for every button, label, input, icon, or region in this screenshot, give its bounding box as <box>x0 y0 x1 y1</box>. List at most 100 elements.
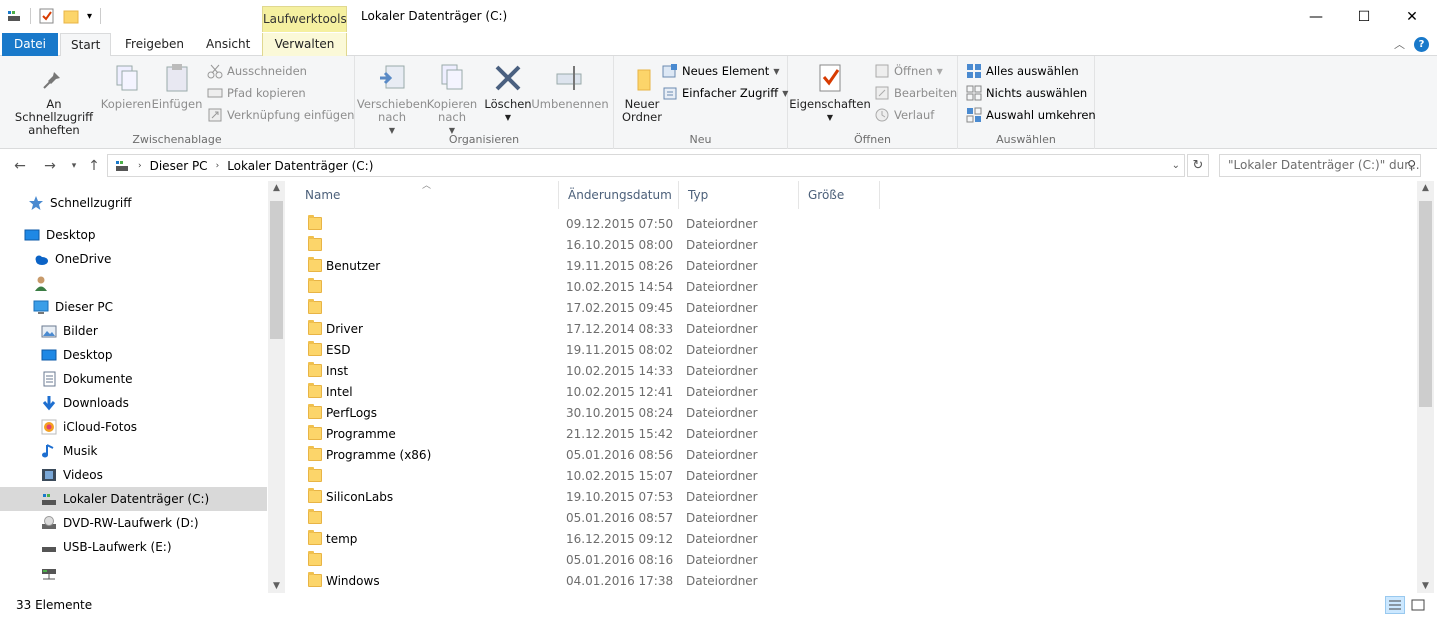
nav-item-pictures[interactable]: Bilder <box>0 320 267 342</box>
easy-access-button[interactable]: Einfacher Zugriff ▼ <box>662 83 788 103</box>
file-row[interactable]: 09.12.2015 07:50 Dateiordner <box>290 214 1400 235</box>
new-item-button[interactable]: Neues Element ▼ <box>662 61 779 81</box>
paste-shortcut-button[interactable]: Verknüpfung einfügen <box>207 105 354 125</box>
pin-quick-access-button[interactable]: An Schnellzugriff anheften <box>6 62 102 137</box>
file-row[interactable]: Inst 10.02.2015 14:33 Dateiordner <box>290 361 1400 382</box>
properties-icon[interactable] <box>39 8 55 24</box>
file-row[interactable]: PerfLogs 30.10.2015 08:24 Dateiordner <box>290 403 1400 424</box>
search-input[interactable]: "Lokaler Datenträger (C:)" dur... ⚲ <box>1219 154 1421 177</box>
tab-view[interactable]: Ansicht <box>196 33 260 56</box>
history-button[interactable]: Verlauf <box>874 105 934 125</box>
close-button[interactable]: ✕ <box>1389 0 1435 33</box>
up-arrow-icon[interactable]: ↑ <box>84 156 104 176</box>
collapse-ribbon-icon[interactable]: ︿ <box>1394 36 1405 52</box>
cut-button[interactable]: Ausschneiden <box>207 61 307 81</box>
file-row[interactable]: Intel 10.02.2015 12:41 Dateiordner <box>290 382 1400 403</box>
file-row[interactable]: Driver 17.12.2014 08:33 Dateiordner <box>290 319 1400 340</box>
nav-item-downloads[interactable]: Downloads <box>0 392 267 414</box>
address-dropdown-icon[interactable]: ⌄ <box>1172 160 1180 171</box>
file-list-scrollbar-thumb[interactable] <box>1419 201 1432 407</box>
nav-item-icloud-photos[interactable]: iCloud-Fotos <box>0 416 267 438</box>
file-row[interactable]: 17.02.2015 09:45 Dateiordner <box>290 298 1400 319</box>
file-row[interactable]: Windows 04.01.2016 17:38 Dateiordner <box>290 571 1400 592</box>
column-header-name[interactable]: Name ︿ <box>296 181 559 209</box>
delete-button[interactable]: Löschen ▼ <box>483 62 533 124</box>
nav-item-usb-e[interactable]: USB-Laufwerk (E:) <box>0 536 267 558</box>
nav-item-onedrive[interactable]: OneDrive <box>0 248 267 270</box>
move-to-button[interactable]: Verschieben nach ▼ <box>357 62 427 137</box>
nav-item-user[interactable] <box>0 272 267 294</box>
nav-label: Lokaler Datenträger (C:) <box>63 492 210 506</box>
file-name: Intel <box>326 385 353 399</box>
back-arrow-icon[interactable]: ← <box>10 156 30 176</box>
invert-selection-button[interactable]: Auswahl umkehren <box>966 105 1096 125</box>
new-folder-icon[interactable] <box>63 8 79 24</box>
file-row[interactable]: 10.02.2015 14:54 Dateiordner <box>290 277 1400 298</box>
nav-scrollbar[interactable]: ▲ ▼ <box>268 181 285 593</box>
nav-item-local-disk-c[interactable]: Lokaler Datenträger (C:) <box>0 487 267 511</box>
scroll-up-icon[interactable]: ▲ <box>268 183 285 193</box>
recent-locations-icon[interactable]: ▾ <box>64 156 84 176</box>
select-all-button[interactable]: Alles auswählen <box>966 61 1079 81</box>
file-row[interactable]: SiliconLabs 19.10.2015 07:53 Dateiordner <box>290 487 1400 508</box>
nav-item-desktop[interactable]: Desktop <box>0 224 267 246</box>
large-icons-view-icon[interactable] <box>1408 596 1428 614</box>
refresh-icon[interactable]: ↻ <box>1187 154 1209 177</box>
help-icon[interactable]: ? <box>1414 37 1429 52</box>
rename-button[interactable]: Umbenennen <box>531 62 609 111</box>
file-row[interactable]: 05.01.2016 08:16 Dateiordner <box>290 550 1400 571</box>
nav-scrollbar-thumb[interactable] <box>270 201 283 339</box>
scroll-down-icon[interactable]: ▼ <box>1417 581 1434 591</box>
file-row[interactable]: ESD 19.11.2015 08:02 Dateiordner <box>290 340 1400 361</box>
scroll-up-icon[interactable]: ▲ <box>1417 183 1434 193</box>
copy-path-button[interactable]: Pfad kopieren <box>207 83 306 103</box>
file-row[interactable]: Programme (x86) 05.01.2016 08:56 Dateiordn… <box>290 445 1400 466</box>
select-none-button[interactable]: Nichts auswählen <box>966 83 1087 103</box>
nav-item-dvd-d[interactable]: DVD-RW-Laufwerk (D:) <box>0 512 267 534</box>
file-list-scrollbar[interactable]: ▲ ▼ <box>1417 181 1434 593</box>
tab-file[interactable]: Datei <box>2 33 58 56</box>
forward-arrow-icon[interactable]: → <box>40 156 60 176</box>
nav-item-music[interactable]: Musik <box>0 440 267 462</box>
nav-item-videos[interactable]: Videos <box>0 464 267 486</box>
maximize-button[interactable]: ☐ <box>1341 0 1387 33</box>
nav-item-this-pc[interactable]: Dieser PC <box>0 296 267 318</box>
details-view-icon[interactable] <box>1385 596 1405 614</box>
file-row[interactable]: 16.10.2015 08:00 Dateiordner <box>290 235 1400 256</box>
folder-icon <box>308 362 322 377</box>
file-type: Dateiordner <box>686 490 758 504</box>
edit-button[interactable]: Bearbeiten <box>874 83 957 103</box>
nav-item-documents[interactable]: Dokumente <box>0 368 267 390</box>
breadcrumb-this-pc[interactable]: Dieser PC <box>150 159 208 173</box>
ribbon: An Schnellzugriff anheften Kopieren Einf… <box>0 56 1437 149</box>
file-row[interactable]: Programme 21.12.2015 15:42 Dateiordner <box>290 424 1400 445</box>
file-row[interactable]: 05.01.2016 08:57 Dateiordner <box>290 508 1400 529</box>
breadcrumb-drive-c[interactable]: Lokaler Datenträger (C:) <box>227 159 373 173</box>
customize-toolbar-icon[interactable]: ▾ <box>87 11 92 22</box>
properties-button[interactable]: Eigenschaften ▼ <box>789 62 871 124</box>
file-row[interactable]: 10.02.2015 15:07 Dateiordner <box>290 466 1400 487</box>
open-button[interactable]: Öffnen ▼ <box>874 61 943 81</box>
copy-to-button[interactable]: Kopieren nach ▼ <box>427 62 477 137</box>
tab-share[interactable]: Freigeben <box>115 33 194 56</box>
file-row[interactable]: temp 16.12.2015 09:12 Dateiordner <box>290 529 1400 550</box>
file-row[interactable]: Benutzer 19.11.2015 08:26 Dateiordner <box>290 256 1400 277</box>
column-header-size[interactable]: Größe <box>799 181 880 209</box>
paste-button[interactable]: Einfügen <box>152 62 202 111</box>
column-header-type[interactable]: Typ <box>679 181 799 209</box>
folder-icon <box>308 530 322 545</box>
column-header-date[interactable]: Änderungsdatum <box>559 181 679 209</box>
nav-item-quick-access[interactable]: Schnellzugriff <box>0 192 267 214</box>
nav-item-network-drive[interactable] <box>0 563 267 585</box>
address-bar[interactable]: › Dieser PC › Lokaler Datenträger (C:) ⌄ <box>107 154 1185 177</box>
minimize-button[interactable]: — <box>1293 0 1339 33</box>
tab-manage[interactable]: Verwalten <box>262 33 347 56</box>
file-name: Inst <box>326 364 349 378</box>
copy-button[interactable]: Kopieren <box>101 62 151 111</box>
scroll-down-icon[interactable]: ▼ <box>268 581 285 591</box>
file-type: Dateiordner <box>686 238 758 252</box>
new-folder-button[interactable]: Neuer Ordner <box>618 62 666 124</box>
tab-start[interactable]: Start <box>60 33 112 57</box>
nav-item-desktop-pc[interactable]: Desktop <box>0 344 267 366</box>
new-item-label: Neues Element <box>682 64 770 78</box>
